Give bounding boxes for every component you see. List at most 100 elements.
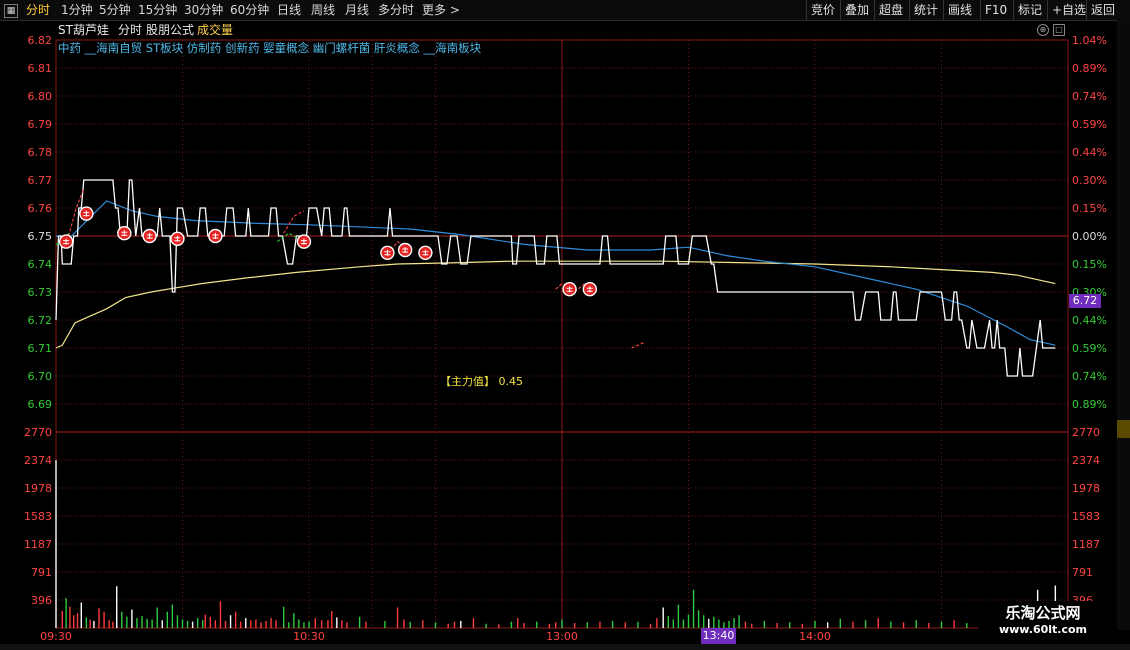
buy-signal-marker	[296, 234, 312, 249]
tab-intraday[interactable]: 分时	[26, 0, 50, 20]
time-tick-label: 10:30	[293, 630, 325, 643]
super-button[interactable]: 超盘	[874, 0, 907, 20]
pct-tick-label: 1.04%	[1072, 34, 1107, 47]
pct-tick-label: 0.00%	[1072, 230, 1107, 243]
period-toolbar: ▦ 分时 1分钟 5分钟 15分钟 30分钟 60分钟 日线 周线 月线 多分时…	[0, 0, 1130, 21]
time-tick-label: 09:30	[40, 630, 72, 643]
price-tick-label: 6.77	[28, 174, 53, 187]
f10-button[interactable]: F10	[980, 0, 1011, 20]
pct-tick-label: 0.89%	[1072, 398, 1107, 411]
pct-tick-label: 0.30%	[1072, 174, 1107, 187]
volume-tick-label-right: 1187	[1072, 538, 1100, 551]
main-force-value: 0.45	[498, 375, 524, 388]
restore-icon[interactable]: ⊕	[1037, 24, 1049, 36]
price-tick-label: 6.80	[28, 90, 53, 103]
pct-tick-label: 0.44%	[1072, 146, 1107, 159]
signal-dash-line	[277, 232, 297, 243]
formula-name: 股朋公式	[146, 23, 195, 37]
maximize-icon[interactable]: □	[1053, 24, 1065, 36]
current-price-tag: 6.72	[1069, 294, 1101, 308]
buy-signal-marker	[562, 282, 577, 297]
average-price-line	[55, 260, 1056, 349]
pct-tick-label: 0.74%	[1072, 370, 1107, 383]
tab-60min[interactable]: 60分钟	[230, 0, 269, 20]
pct-tick-label: 0.15%	[1072, 258, 1107, 271]
volume-tick-label-right: 2374	[1072, 454, 1100, 467]
indicator-name: 成交量	[197, 23, 234, 37]
tab-30min[interactable]: 30分钟	[184, 0, 223, 20]
tab-monthly[interactable]: 月线	[345, 0, 369, 20]
buy-signal-marker	[418, 245, 433, 261]
price-lines	[55, 179, 1056, 377]
overlay-button[interactable]: 叠加	[840, 0, 873, 20]
price-tick-label: 6.79	[28, 118, 53, 131]
buy-signal-marker	[208, 228, 223, 244]
volume-tick-label-right: 1583	[1072, 510, 1100, 523]
volume-tick-label-right: 1978	[1072, 482, 1100, 495]
buy-signal-marker	[380, 245, 395, 261]
intraday-chart[interactable]: 6.82 1.04% 6.81 0.89% 6.80 0.74% 6.79 0.59% 6.78…	[0, 20, 1130, 644]
price-tick-label: 6.82	[28, 34, 53, 47]
volume-tick-label: 396	[31, 594, 52, 607]
tab-15min[interactable]: 15分钟	[138, 0, 177, 20]
price-tick-label: 6.75	[28, 230, 53, 243]
auction-button[interactable]: 竞价	[806, 0, 839, 20]
moving-average-line	[55, 200, 1056, 346]
mark-button[interactable]: 标记	[1013, 0, 1046, 20]
chart-grid	[55, 39, 1069, 629]
side-highlight	[1117, 420, 1130, 438]
signal-dash-line	[283, 210, 305, 234]
price-tick-label: 6.76	[28, 202, 53, 215]
pct-tick-label: 0.89%	[1072, 62, 1107, 75]
pct-tick-label: 0.15%	[1072, 202, 1107, 215]
price-tick-label: 6.71	[28, 342, 53, 355]
time-tick-label: 13:00	[546, 630, 578, 643]
back-button[interactable]: 返回	[1086, 0, 1119, 20]
main-force-annotation: 【主力值】 0.45	[440, 373, 523, 389]
stock-name: ST葫芦娃	[58, 23, 109, 37]
pct-tick-label: 0.44%	[1072, 314, 1107, 327]
signal-dash-line	[631, 341, 645, 349]
watermark-url: www.60lt.com	[998, 623, 1088, 636]
tab-multi-intraday[interactable]: 多分时	[378, 0, 414, 20]
price-tick-label: 6.72	[28, 314, 53, 327]
price-tick-label: 6.74	[28, 258, 53, 271]
price-tick-label: 6.69	[28, 398, 53, 411]
add-favorite-button[interactable]: +自选	[1047, 0, 1090, 20]
side-info-strip	[1117, 20, 1130, 630]
volume-tick-label-right: 791	[1072, 566, 1093, 579]
buy-signal-marker	[170, 231, 185, 247]
tab-1min[interactable]: 1分钟	[61, 0, 93, 20]
tab-daily[interactable]: 日线	[277, 0, 301, 20]
tab-weekly[interactable]: 周线	[311, 0, 335, 20]
tab-5min[interactable]: 5分钟	[99, 0, 131, 20]
volume-tick-label: 1187	[24, 538, 52, 551]
volume-tick-label: 2770	[24, 426, 52, 439]
volume-tick-label: 2374	[24, 454, 52, 467]
buy-signal-marker	[117, 225, 132, 241]
price-line	[55, 179, 1056, 377]
watermark-title: 乐淘公式网	[1005, 604, 1081, 622]
axis-labels: 6.82 1.04% 6.81 0.89% 6.80 0.74% 6.79 0.59% 6.78…	[24, 34, 1107, 643]
pct-tick-label: 0.74%	[1072, 90, 1107, 103]
concept-tags: 中药 __海南自贸 ST板块 仿制药 创新药 婴童概念 幽门螺杆菌 肝炎概念 _…	[58, 41, 482, 55]
draw-line-button[interactable]: 画线	[943, 0, 976, 20]
price-tick-label: 6.73	[28, 286, 53, 299]
chart-mode: 分时	[118, 23, 143, 37]
buy-signal-marker	[58, 234, 74, 249]
price-tick-label: 6.70	[28, 370, 53, 383]
volume-tick-label: 1583	[24, 510, 52, 523]
volume-tick-label: 791	[31, 566, 52, 579]
buy-signal-marker	[397, 242, 413, 258]
volume-tick-label: 1978	[24, 482, 52, 495]
pct-tick-label: 0.59%	[1072, 342, 1107, 355]
volume-tick-label-right: 2770	[1072, 426, 1100, 439]
price-tick-label: 6.81	[28, 62, 53, 75]
price-tick-label: 6.78	[28, 146, 53, 159]
window-menu-icon[interactable]: ▦	[4, 4, 18, 18]
stats-button[interactable]: 统计	[909, 0, 942, 20]
status-bar	[0, 644, 1130, 650]
tab-more[interactable]: 更多 >	[422, 0, 460, 20]
watermark: 乐淘公式网 www.60lt.com	[978, 601, 1108, 641]
main-force-label: 【主力值】	[440, 375, 495, 388]
